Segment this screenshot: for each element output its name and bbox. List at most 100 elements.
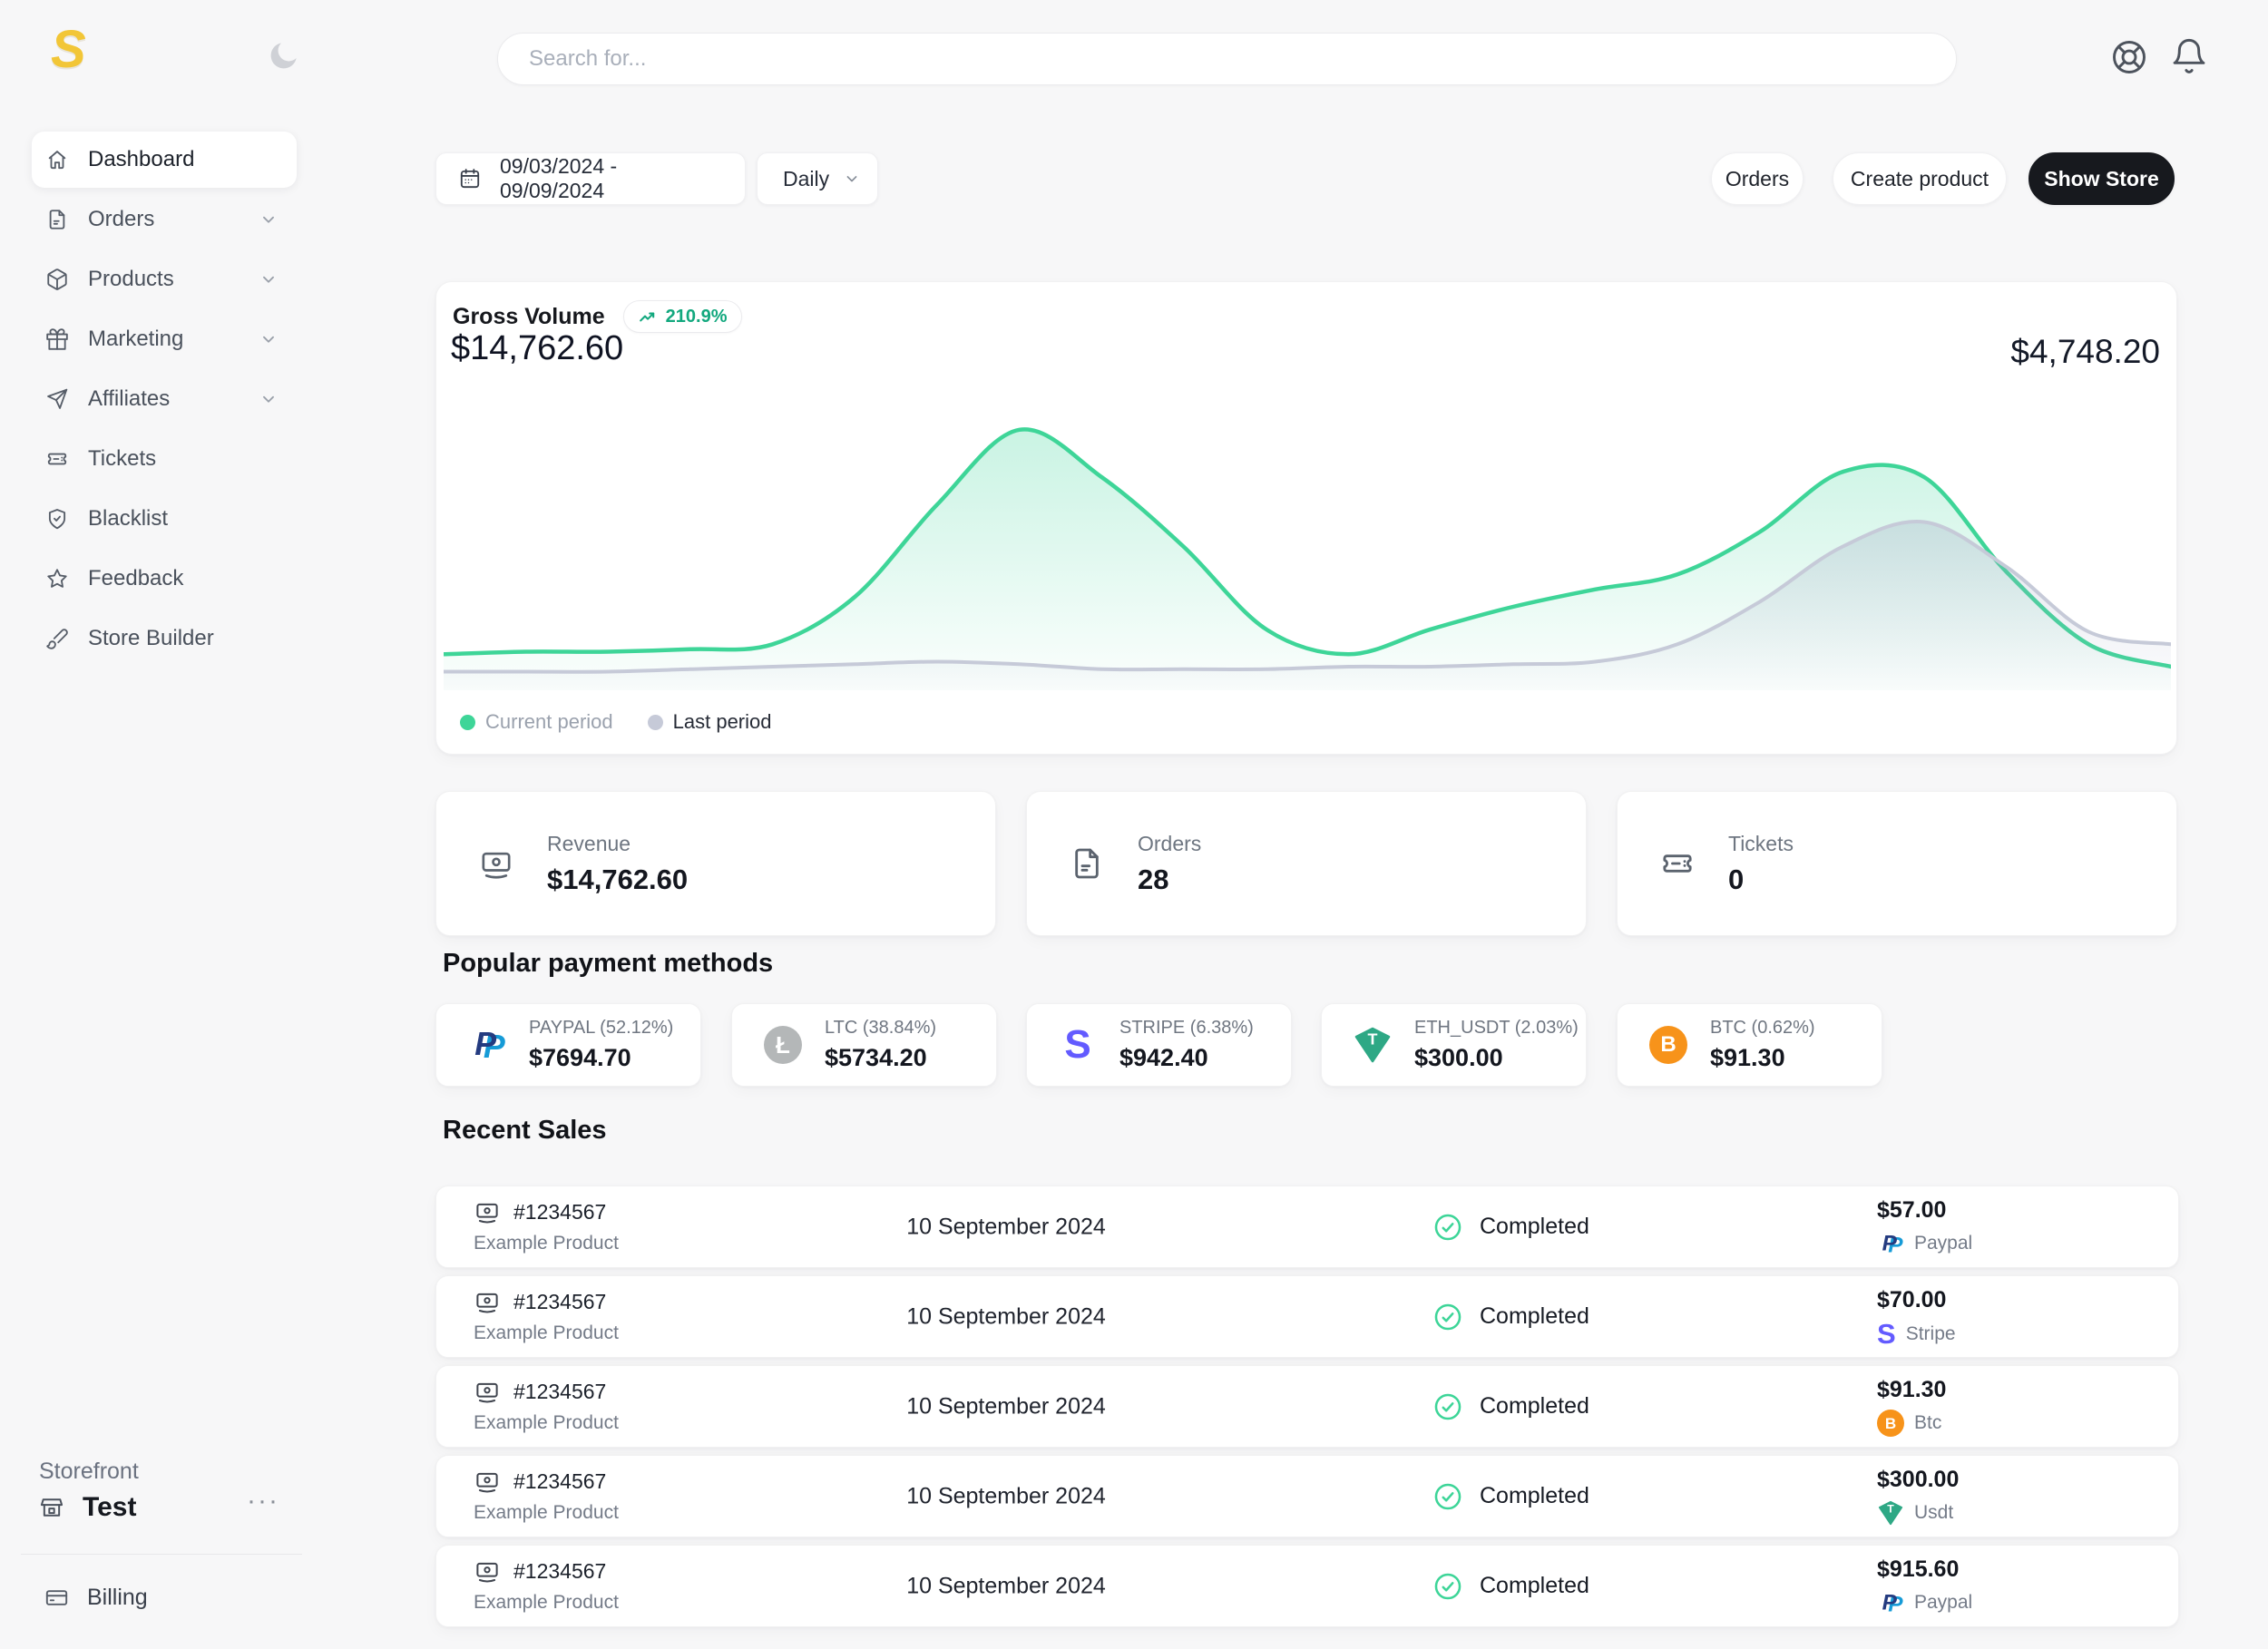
sidebar-item-blacklist[interactable]: Blacklist	[32, 491, 297, 547]
order-cell: #1234567 Example Product	[474, 1557, 619, 1614]
sale-row[interactable]: #1234567 Example Product 10 September 20…	[435, 1455, 2179, 1537]
order-product: Example Product	[474, 1322, 619, 1344]
star-icon	[45, 567, 69, 590]
litecoin-icon: Ł	[763, 1025, 803, 1065]
order-amount-cell: $915.60 Paypal	[1877, 1556, 1972, 1616]
payment-label: LTC (38.84%)	[825, 1018, 936, 1039]
payment-card-ltc: Ł LTC (38.84%) $5734.20	[731, 1003, 997, 1087]
revenue-stat-card: Revenue $14,762.60	[435, 791, 996, 936]
chevron-down-icon	[259, 329, 279, 349]
stat-value: 28	[1138, 864, 1201, 896]
stat-label: Revenue	[547, 832, 688, 856]
banknote-icon	[474, 1288, 501, 1315]
payment-method-name: Usdt	[1914, 1502, 1953, 1524]
sale-row[interactable]: #1234567 Example Product 10 September 20…	[435, 1365, 2179, 1448]
payment-card-eth-usdt: ETH_USDT (2.03%) $300.00	[1321, 1003, 1587, 1087]
order-date: 10 September 2024	[829, 1214, 1183, 1240]
bell-icon	[2169, 36, 2209, 76]
order-status: Completed	[1432, 1481, 1589, 1512]
sidebar-item-store-builder[interactable]: Store Builder	[32, 610, 297, 667]
sidebar-item-orders[interactable]: Orders	[32, 191, 297, 248]
storefront-name: Test	[83, 1492, 136, 1523]
gross-volume-card: Gross Volume 210.9% $14,762.60 $4,748.20…	[435, 281, 2177, 755]
order-date: 10 September 2024	[829, 1393, 1183, 1420]
gross-volume-chart	[444, 391, 2171, 690]
sale-row[interactable]: #1234567 Example Product 10 September 20…	[435, 1186, 2179, 1268]
change-badge-value: 210.9%	[666, 307, 728, 327]
paypal-icon	[1877, 1230, 1904, 1257]
legend-last-period[interactable]: Last period	[648, 710, 772, 734]
payment-method-name: Paypal	[1914, 1233, 1972, 1254]
order-cell: #1234567 Example Product	[474, 1468, 619, 1524]
legend-current-period[interactable]: Current period	[460, 710, 613, 734]
shield-check-icon	[45, 507, 69, 531]
sidebar-item-label: Orders	[88, 207, 154, 232]
sidebar-item-marketing[interactable]: Marketing	[32, 311, 297, 367]
help-button[interactable]	[2109, 37, 2149, 77]
sidebar-item-tickets[interactable]: Tickets	[32, 431, 297, 487]
storefront-switcher[interactable]: Test	[39, 1488, 275, 1527]
storefront-menu-button[interactable]: ···	[247, 1486, 279, 1517]
sidebar-item-products[interactable]: Products	[32, 251, 297, 307]
app-logo[interactable]: S	[51, 24, 86, 76]
payment-amount: $5734.20	[825, 1044, 936, 1072]
check-circle-icon	[1432, 1571, 1463, 1602]
show-store-button[interactable]: Show Store	[2028, 152, 2175, 205]
legend-current-dot	[460, 715, 475, 730]
payment-method-name: Btc	[1914, 1412, 1941, 1434]
sidebar-divider	[21, 1554, 302, 1555]
bitcoin-icon: B	[1877, 1410, 1904, 1437]
sidebar-item-affiliates[interactable]: Affiliates	[32, 371, 297, 427]
trending-up-icon	[639, 307, 658, 327]
check-circle-icon	[1432, 1481, 1463, 1512]
sidebar-item-billing[interactable]: Billing	[44, 1576, 253, 1618]
search-input[interactable]	[529, 46, 1925, 72]
brush-icon	[45, 627, 69, 650]
payment-label: PAYPAL (52.12%)	[529, 1018, 673, 1039]
sidebar-item-label: Feedback	[88, 566, 183, 591]
legend-current-label: Current period	[485, 710, 613, 734]
payment-amount: $7694.70	[529, 1044, 673, 1072]
sale-row[interactable]: #1234567 Example Product 10 September 20…	[435, 1275, 2179, 1358]
interval-select[interactable]: Daily	[757, 152, 878, 205]
stat-label: Tickets	[1728, 832, 1794, 856]
gross-volume-title: Gross Volume	[453, 304, 605, 330]
sidebar-item-feedback[interactable]: Feedback	[32, 551, 297, 607]
sidebar-nav: Dashboard Orders Products Marketing Affi…	[32, 132, 297, 670]
paypal-icon	[1877, 1589, 1904, 1616]
current-period-total: $14,762.60	[451, 329, 623, 368]
payment-amount: $300.00	[1414, 1044, 1579, 1072]
tether-icon	[1353, 1025, 1393, 1065]
chart-legend: Current period Last period	[460, 710, 772, 734]
sale-row[interactable]: #1234567 Example Product 10 September 20…	[435, 1545, 2179, 1627]
order-amount: $91.30	[1877, 1377, 1946, 1403]
orders-button[interactable]: Orders	[1711, 152, 1804, 205]
file-text-icon	[1069, 845, 1105, 882]
chevron-down-icon	[259, 269, 279, 289]
payment-label: STRIPE (6.38%)	[1119, 1018, 1254, 1039]
send-icon	[45, 387, 69, 411]
order-status: Completed	[1432, 1302, 1589, 1332]
calendar-icon	[458, 167, 482, 190]
payment-method-name: Paypal	[1914, 1592, 1972, 1614]
package-icon	[45, 268, 69, 291]
dark-mode-toggle[interactable]	[265, 38, 301, 74]
bitcoin-icon: B	[1648, 1025, 1688, 1065]
search-bar	[497, 33, 1957, 85]
order-amount: $70.00	[1877, 1287, 1956, 1313]
legend-last-dot	[648, 715, 663, 730]
banknote-icon	[474, 1198, 501, 1225]
stat-value: $14,762.60	[547, 864, 688, 896]
order-id: #1234567	[513, 1200, 606, 1225]
create-product-button[interactable]: Create product	[1833, 152, 2007, 205]
date-range-value: 09/03/2024 - 09/09/2024	[500, 154, 723, 203]
sidebar-item-label: Dashboard	[88, 147, 194, 172]
order-id: #1234567	[513, 1559, 606, 1584]
notifications-button[interactable]	[2169, 36, 2209, 76]
date-range-picker[interactable]: 09/03/2024 - 09/09/2024	[435, 152, 746, 205]
store-icon	[39, 1495, 64, 1520]
billing-label: Billing	[87, 1585, 148, 1611]
order-status: Completed	[1432, 1571, 1589, 1602]
order-amount: $915.60	[1877, 1556, 1972, 1583]
sidebar-item-dashboard[interactable]: Dashboard	[32, 132, 297, 188]
